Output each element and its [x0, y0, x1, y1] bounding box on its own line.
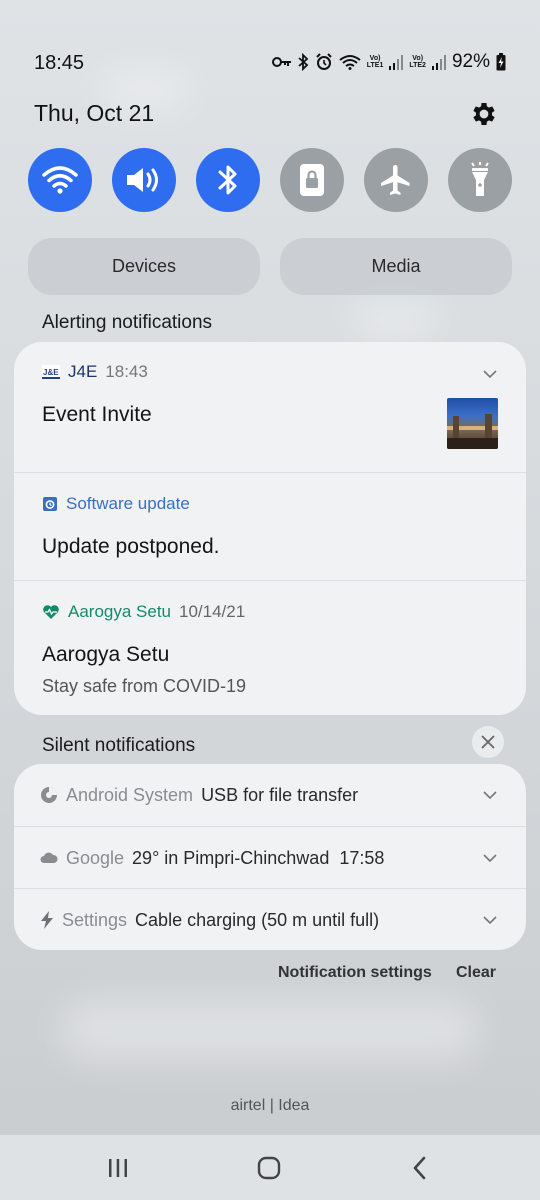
back-icon [413, 1156, 426, 1180]
notification-time: 10/14/21 [179, 602, 246, 621]
notification-app-name: Android System [66, 784, 194, 805]
bluetooth-toggle[interactable] [196, 148, 260, 212]
wifi-status-icon [339, 55, 361, 70]
android-system-icon [41, 787, 57, 803]
chevron-down-icon[interactable] [482, 850, 498, 866]
status-time: 18:45 [34, 52, 85, 74]
devices-button[interactable]: Devices [28, 238, 260, 295]
charging-bolt-icon [41, 911, 53, 929]
silent-notifications-card: Android System USB for file transfer Goo… [14, 764, 526, 950]
notification-settings-button[interactable]: Notification settings [278, 964, 432, 982]
notification-title: Aarogya Setu [42, 643, 170, 666]
alerting-notifications-header: Alerting notifications [42, 312, 213, 333]
status-icons: Vo) LTE1 Vo) LTE2 92% [271, 51, 506, 73]
j4e-logo-icon: J&E [42, 365, 60, 379]
close-icon [481, 735, 495, 749]
airplane-icon [381, 165, 410, 195]
home-button[interactable] [254, 1153, 284, 1183]
wifi-icon [42, 166, 78, 194]
software-update-icon [43, 497, 57, 511]
notification-title: Update postponed. [42, 535, 220, 558]
notification-header: J&E J4E 18:43 [42, 362, 148, 382]
notification-time: 18:43 [105, 362, 148, 381]
recent-apps-icon [109, 1159, 127, 1177]
sim1-label: Vo) LTE1 [366, 55, 384, 69]
bluetooth-status-icon [298, 53, 309, 71]
date-label: Thu, Oct 21 [34, 100, 155, 126]
notification-app-name: Aarogya Setu [68, 602, 172, 621]
notification-software-update[interactable]: Software update Update postponed. [14, 473, 526, 580]
home-icon [257, 1156, 281, 1180]
event-thumbnail [447, 398, 498, 449]
notification-google[interactable]: Google 29° in Pimpri-Chinchwad 17:58 [40, 827, 498, 889]
notification-app-name: Google [66, 847, 125, 868]
sim2-label: Vo) LTE2 [409, 55, 426, 69]
flashlight-icon [471, 162, 489, 196]
airplane-toggle[interactable] [364, 148, 428, 212]
chevron-down-icon[interactable] [482, 912, 498, 928]
status-bar: 18:45 Vo) LTE1 Vo) LTE2 92% [0, 44, 540, 84]
svg-text:J&E: J&E [43, 368, 59, 377]
wifi-toggle[interactable] [28, 148, 92, 212]
signal-icon [431, 55, 446, 70]
notification-text: 29° in Pimpri-Chinchwad 17:58 [132, 847, 385, 868]
bluetooth-icon [218, 165, 237, 195]
portrait-lock-icon [300, 164, 324, 196]
silent-notifications-header: Silent notifications [42, 735, 196, 756]
sound-icon [127, 168, 158, 192]
battery-percent: 92% [451, 51, 490, 72]
notification-app-name: J4E [68, 362, 98, 381]
notification-settings-charging[interactable]: Settings Cable charging (50 m until full… [40, 889, 498, 950]
recent-apps-button[interactable] [103, 1153, 133, 1183]
notification-title: Event Invite [42, 403, 152, 426]
cloud-icon [40, 852, 58, 863]
notification-header: Aarogya Setu 10/14/21 [42, 602, 245, 622]
notification-app-name: Software update [66, 494, 190, 513]
screen-lock-toggle[interactable] [280, 148, 344, 212]
chevron-down-icon[interactable] [482, 787, 498, 803]
alarm-icon [316, 53, 332, 70]
settings-gear-icon[interactable] [469, 99, 499, 129]
notification-j4e[interactable]: J&E J4E 18:43 Event Invite [14, 342, 526, 472]
signal-icon [389, 55, 404, 70]
chevron-down-icon[interactable] [482, 366, 498, 382]
devices-label: Devices [111, 256, 177, 276]
media-button[interactable]: Media [280, 238, 512, 295]
back-button[interactable] [405, 1153, 435, 1183]
navigation-bar [0, 1135, 540, 1200]
notification-text: Cable charging (50 m until full) [135, 909, 380, 930]
flashlight-toggle[interactable] [448, 148, 512, 212]
background-blur [350, 300, 440, 340]
battery-charging-icon [496, 53, 506, 71]
clear-silent-button[interactable] [472, 726, 504, 758]
notification-aarogya-setu[interactable]: Aarogya Setu 10/14/21 Aarogya Setu Stay … [14, 581, 526, 715]
alerting-notifications-card: J&E J4E 18:43 Event Invite Software upda… [14, 342, 526, 715]
notification-text: Stay safe from COVID-19 [42, 676, 247, 696]
sound-toggle[interactable] [112, 148, 176, 212]
notification-text: USB for file transfer [201, 784, 359, 805]
quick-settings-toggles [28, 148, 512, 212]
clear-all-button[interactable]: Clear [456, 964, 496, 982]
heart-icon [43, 605, 59, 619]
notification-app-name: Settings [62, 909, 128, 930]
background-blur [60, 1000, 480, 1060]
notification-header: Software update [42, 494, 190, 514]
notification-android-system[interactable]: Android System USB for file transfer [40, 764, 498, 826]
media-label: Media [371, 256, 421, 276]
vpn-key-icon [271, 57, 291, 67]
carrier-label: airtel | Idea [230, 1097, 310, 1114]
